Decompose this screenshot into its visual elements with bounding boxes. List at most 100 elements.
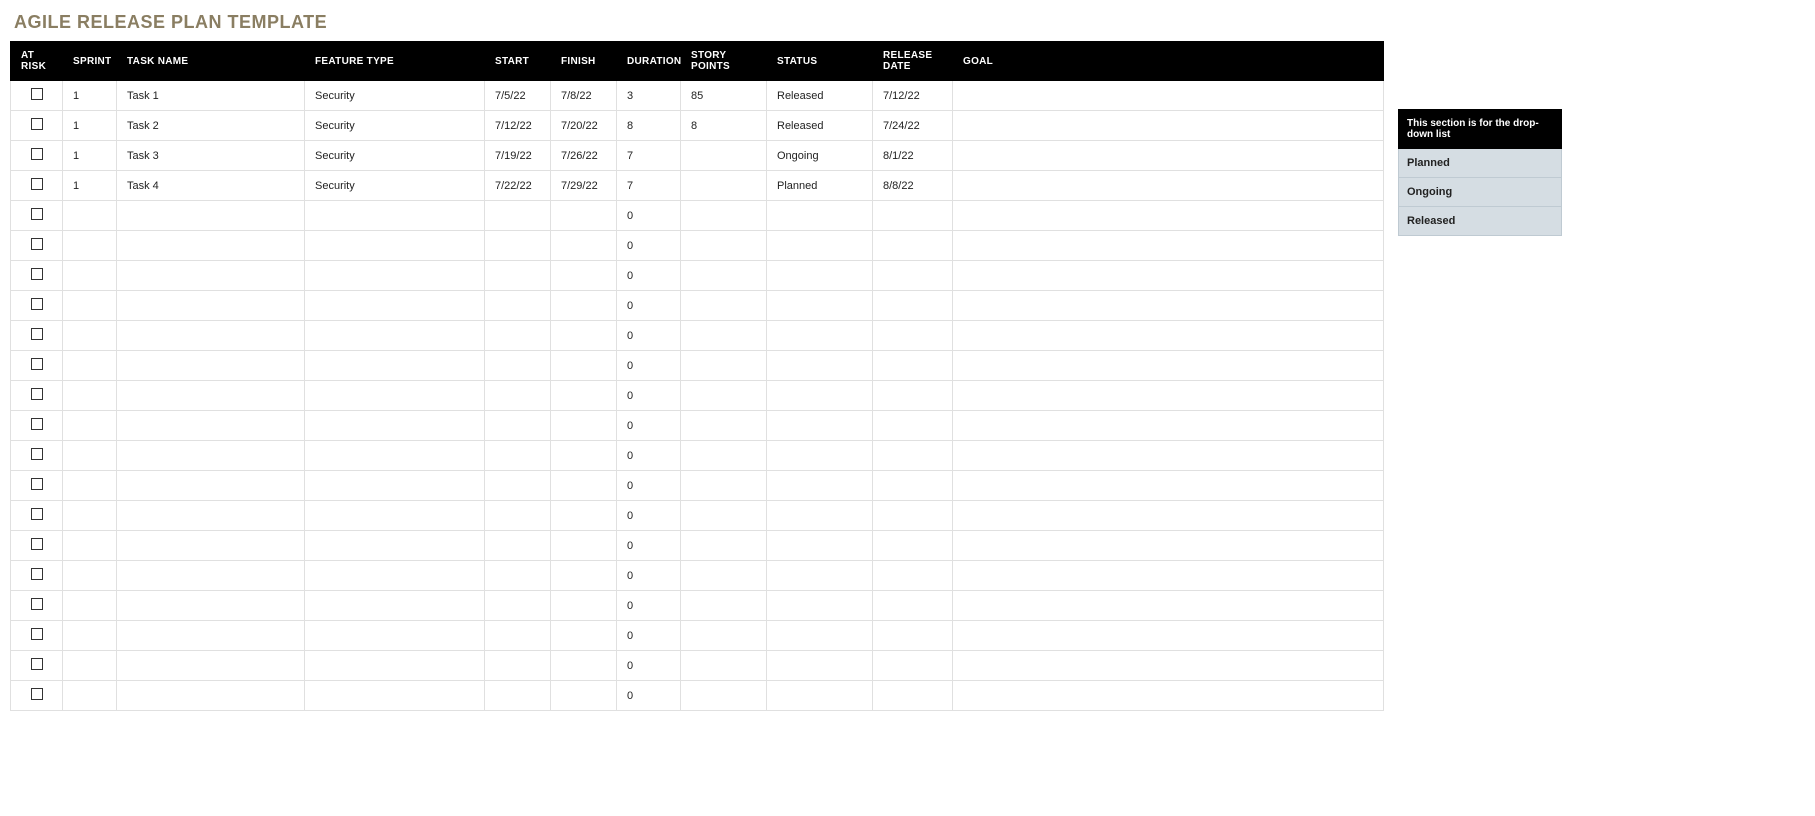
cell-at-risk[interactable] bbox=[11, 201, 63, 231]
cell-status[interactable] bbox=[767, 651, 873, 681]
cell-duration[interactable]: 0 bbox=[617, 651, 681, 681]
cell-story-points[interactable] bbox=[681, 291, 767, 321]
cell-goal[interactable] bbox=[953, 291, 1384, 321]
cell-duration[interactable]: 3 bbox=[617, 81, 681, 111]
cell-story-points[interactable] bbox=[681, 351, 767, 381]
cell-duration[interactable]: 0 bbox=[617, 201, 681, 231]
cell-task-name[interactable] bbox=[117, 351, 305, 381]
cell-release-date[interactable] bbox=[873, 441, 953, 471]
cell-status[interactable] bbox=[767, 501, 873, 531]
cell-duration[interactable]: 0 bbox=[617, 591, 681, 621]
cell-at-risk[interactable] bbox=[11, 471, 63, 501]
cell-release-date[interactable] bbox=[873, 231, 953, 261]
cell-sprint[interactable]: 1 bbox=[63, 141, 117, 171]
cell-duration[interactable]: 0 bbox=[617, 351, 681, 381]
checkbox-icon[interactable] bbox=[31, 418, 43, 430]
cell-at-risk[interactable] bbox=[11, 651, 63, 681]
cell-task-name[interactable] bbox=[117, 231, 305, 261]
cell-status[interactable] bbox=[767, 531, 873, 561]
cell-status[interactable] bbox=[767, 351, 873, 381]
cell-status[interactable] bbox=[767, 441, 873, 471]
cell-story-points[interactable] bbox=[681, 381, 767, 411]
cell-feature-type[interactable] bbox=[305, 411, 485, 441]
cell-finish[interactable] bbox=[551, 501, 617, 531]
cell-status[interactable] bbox=[767, 201, 873, 231]
cell-start[interactable]: 7/5/22 bbox=[485, 81, 551, 111]
cell-status[interactable]: Ongoing bbox=[767, 141, 873, 171]
cell-release-date[interactable] bbox=[873, 621, 953, 651]
checkbox-icon[interactable] bbox=[31, 658, 43, 670]
cell-status[interactable] bbox=[767, 381, 873, 411]
cell-status[interactable] bbox=[767, 621, 873, 651]
cell-feature-type[interactable]: Security bbox=[305, 171, 485, 201]
cell-at-risk[interactable] bbox=[11, 681, 63, 711]
cell-start[interactable] bbox=[485, 681, 551, 711]
checkbox-icon[interactable] bbox=[31, 478, 43, 490]
cell-at-risk[interactable] bbox=[11, 531, 63, 561]
cell-feature-type[interactable] bbox=[305, 351, 485, 381]
cell-story-points[interactable]: 85 bbox=[681, 81, 767, 111]
cell-goal[interactable] bbox=[953, 81, 1384, 111]
cell-duration[interactable]: 0 bbox=[617, 441, 681, 471]
cell-at-risk[interactable] bbox=[11, 591, 63, 621]
cell-start[interactable] bbox=[485, 621, 551, 651]
cell-start[interactable] bbox=[485, 471, 551, 501]
dropdown-option[interactable]: Planned bbox=[1398, 149, 1562, 178]
cell-release-date[interactable] bbox=[873, 471, 953, 501]
cell-status[interactable]: Released bbox=[767, 81, 873, 111]
cell-goal[interactable] bbox=[953, 411, 1384, 441]
cell-start[interactable] bbox=[485, 441, 551, 471]
checkbox-icon[interactable] bbox=[31, 448, 43, 460]
cell-at-risk[interactable] bbox=[11, 111, 63, 141]
cell-task-name[interactable] bbox=[117, 321, 305, 351]
cell-goal[interactable] bbox=[953, 471, 1384, 501]
cell-sprint[interactable] bbox=[63, 381, 117, 411]
cell-start[interactable]: 7/22/22 bbox=[485, 171, 551, 201]
cell-story-points[interactable] bbox=[681, 681, 767, 711]
cell-goal[interactable] bbox=[953, 111, 1384, 141]
cell-finish[interactable]: 7/26/22 bbox=[551, 141, 617, 171]
cell-task-name[interactable] bbox=[117, 471, 305, 501]
cell-story-points[interactable] bbox=[681, 441, 767, 471]
cell-goal[interactable] bbox=[953, 321, 1384, 351]
cell-status[interactable] bbox=[767, 591, 873, 621]
cell-status[interactable]: Planned bbox=[767, 171, 873, 201]
cell-start[interactable] bbox=[485, 321, 551, 351]
cell-at-risk[interactable] bbox=[11, 351, 63, 381]
cell-duration[interactable]: 0 bbox=[617, 231, 681, 261]
cell-story-points[interactable] bbox=[681, 591, 767, 621]
cell-story-points[interactable] bbox=[681, 411, 767, 441]
cell-release-date[interactable] bbox=[873, 501, 953, 531]
cell-feature-type[interactable]: Security bbox=[305, 111, 485, 141]
checkbox-icon[interactable] bbox=[31, 328, 43, 340]
dropdown-option[interactable]: Released bbox=[1398, 207, 1562, 236]
cell-duration[interactable]: 0 bbox=[617, 561, 681, 591]
cell-release-date[interactable] bbox=[873, 351, 953, 381]
cell-duration[interactable]: 0 bbox=[617, 381, 681, 411]
cell-task-name[interactable] bbox=[117, 441, 305, 471]
cell-feature-type[interactable]: Security bbox=[305, 141, 485, 171]
cell-start[interactable] bbox=[485, 501, 551, 531]
cell-release-date[interactable] bbox=[873, 381, 953, 411]
cell-sprint[interactable] bbox=[63, 201, 117, 231]
cell-release-date[interactable] bbox=[873, 261, 953, 291]
cell-story-points[interactable] bbox=[681, 501, 767, 531]
cell-goal[interactable] bbox=[953, 681, 1384, 711]
cell-goal[interactable] bbox=[953, 651, 1384, 681]
cell-task-name[interactable] bbox=[117, 681, 305, 711]
cell-finish[interactable] bbox=[551, 651, 617, 681]
cell-duration[interactable]: 0 bbox=[617, 501, 681, 531]
checkbox-icon[interactable] bbox=[31, 508, 43, 520]
cell-feature-type[interactable] bbox=[305, 681, 485, 711]
cell-at-risk[interactable] bbox=[11, 321, 63, 351]
cell-story-points[interactable] bbox=[681, 231, 767, 261]
cell-start[interactable] bbox=[485, 561, 551, 591]
cell-at-risk[interactable] bbox=[11, 621, 63, 651]
cell-task-name[interactable] bbox=[117, 381, 305, 411]
cell-finish[interactable] bbox=[551, 261, 617, 291]
checkbox-icon[interactable] bbox=[31, 388, 43, 400]
cell-start[interactable] bbox=[485, 261, 551, 291]
cell-release-date[interactable]: 8/8/22 bbox=[873, 171, 953, 201]
cell-duration[interactable]: 0 bbox=[617, 291, 681, 321]
checkbox-icon[interactable] bbox=[31, 118, 43, 130]
